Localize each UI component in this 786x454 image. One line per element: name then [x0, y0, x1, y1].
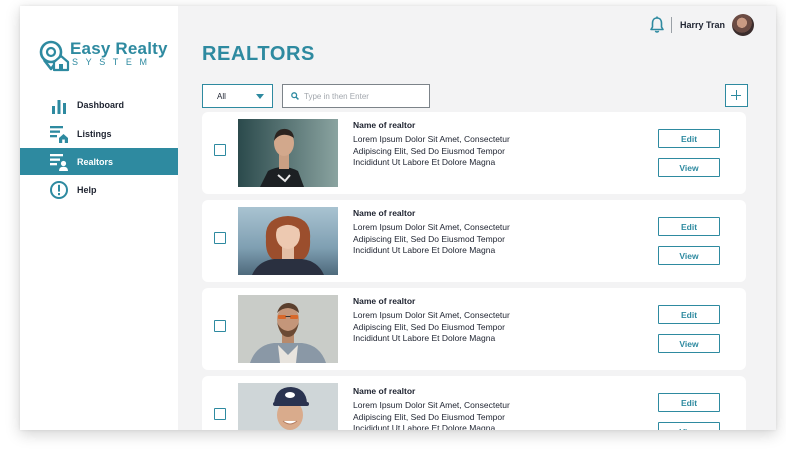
sidebar-item-label: Listings — [77, 128, 112, 139]
realtor-checkbox[interactable] — [214, 408, 226, 420]
bar-chart-icon — [52, 99, 66, 114]
realtor-description: Lorem Ipsum Dolor Sit Amet, Consectetur … — [353, 400, 510, 430]
realtor-card: Name of realtor Lorem Ipsum Dolor Sit Am… — [202, 288, 746, 370]
exclamation-circle-icon — [50, 180, 68, 199]
sidebar-item-dashboard[interactable]: Dashboard — [20, 90, 178, 119]
realtor-name: Name of realtor — [353, 120, 416, 130]
view-button[interactable]: View — [658, 246, 720, 265]
sidebar-item-label: Dashboard — [77, 99, 125, 110]
view-button[interactable]: View — [658, 158, 720, 177]
house-pin-icon — [39, 40, 70, 72]
realtor-checkbox[interactable] — [214, 232, 226, 244]
realtor-name: Name of realtor — [353, 208, 416, 218]
realtor-description: Lorem Ipsum Dolor Sit Amet, Consectetur … — [353, 134, 510, 167]
sidebar: Easy Realty SYSTEM Dashboard Listings Re… — [20, 6, 178, 430]
realtor-photo — [238, 383, 338, 430]
realtor-description: Lorem Ipsum Dolor Sit Amet, Consectetur … — [353, 222, 510, 255]
realtor-photo — [238, 119, 338, 187]
app-window: Easy Realty SYSTEM Dashboard Listings Re… — [20, 6, 776, 430]
realtor-photo — [238, 207, 338, 275]
realtor-description: Lorem Ipsum Dolor Sit Amet, Consectetur … — [353, 310, 510, 343]
page-title: REALTORS — [202, 43, 315, 65]
view-button[interactable]: View — [658, 422, 720, 430]
filter-selected-value: All — [217, 91, 226, 101]
realtor-card: Name of realtor Lorem Ipsum Dolor Sit Am… — [202, 376, 746, 430]
chevron-down-icon — [256, 94, 264, 99]
realtors-icon — [50, 153, 68, 171]
top-bar: Harry Tran — [649, 14, 754, 36]
search-icon — [291, 92, 299, 100]
realtor-photo — [238, 295, 338, 363]
realtor-card: Name of realtor Lorem Ipsum Dolor Sit Am… — [202, 200, 746, 282]
sidebar-item-label: Realtors — [77, 156, 114, 167]
app-name: Easy Realty — [70, 39, 168, 58]
sidebar-nav: Dashboard Listings Realtors Help — [20, 90, 178, 204]
edit-button[interactable]: Edit — [658, 305, 720, 324]
bell-icon[interactable] — [649, 16, 665, 34]
app-subtitle: SYSTEM — [72, 57, 155, 67]
add-realtor-button[interactable] — [725, 84, 748, 107]
realtor-name: Name of realtor — [353, 296, 416, 306]
view-button[interactable]: View — [658, 334, 720, 353]
sidebar-item-listings[interactable]: Listings — [20, 119, 178, 148]
user-name[interactable]: Harry Tran — [680, 20, 725, 30]
edit-button[interactable]: Edit — [658, 129, 720, 148]
logo[interactable]: Easy Realty SYSTEM — [38, 39, 178, 72]
listings-icon — [50, 125, 68, 143]
edit-button[interactable]: Edit — [658, 217, 720, 236]
filter-select[interactable]: All — [202, 84, 273, 108]
search-box[interactable] — [282, 84, 430, 108]
sidebar-item-label: Help — [77, 184, 97, 195]
search-input[interactable] — [304, 91, 422, 101]
header-divider — [670, 17, 672, 33]
sidebar-item-help[interactable]: Help — [20, 175, 178, 204]
realtor-card: Name of realtor Lorem Ipsum Dolor Sit Am… — [202, 112, 746, 194]
realtor-name: Name of realtor — [353, 386, 416, 396]
edit-button[interactable]: Edit — [658, 393, 720, 412]
realtor-checkbox[interactable] — [214, 320, 226, 332]
realtor-checkbox[interactable] — [214, 144, 226, 156]
avatar[interactable] — [732, 14, 754, 36]
sidebar-item-realtors[interactable]: Realtors — [20, 148, 178, 175]
